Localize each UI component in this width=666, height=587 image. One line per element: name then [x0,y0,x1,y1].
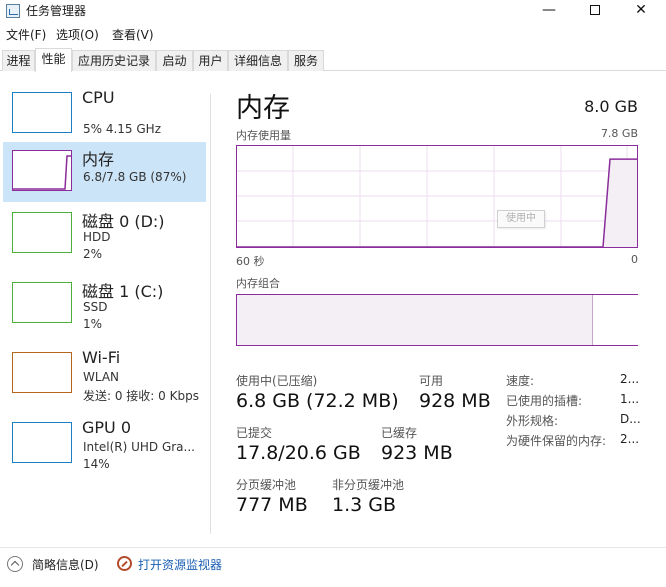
disk-0-thumbnail-graph [12,212,72,253]
composition-available [594,295,638,345]
memory-thumbnail-graph [12,150,72,191]
tab-app-history[interactable]: 应用历史记录 [72,50,156,71]
spec-reserved-value: 2... [620,432,640,446]
resource-detail: Intel(R) UHD Gra... [83,440,195,454]
resource-cpu[interactable]: CPU 5% 4.15 GHz [3,84,206,144]
spec-form-factor-label: 外形规格: [506,414,559,428]
spec-slots-label: 已使用的插槽: [506,394,583,408]
menu-bar: 文件(F) 选项(O) 查看(V) [0,24,666,44]
resource-detail: WLAN [83,370,120,384]
committed-value: 17.8/20.6 GB [236,442,361,464]
memory-total: 8.0 GB [584,97,638,116]
composition-label: 内存组合 [236,277,280,290]
tab-performance[interactable]: 性能 [35,48,72,72]
available-label: 可用 [419,374,444,388]
tab-services[interactable]: 服务 [288,50,324,71]
committed-label: 已提交 [236,426,273,440]
resource-detail: 6.8/7.8 GB (87%) [83,170,187,184]
resource-detail: 14% [83,457,110,471]
resource-name: GPU 0 [82,418,132,437]
resource-memory[interactable]: 内存 6.8/7.8 GB (87%) [3,142,206,202]
resource-name: 磁盘 0 (D:) [82,212,165,231]
resource-detail: 发送: 0 接收: 0 Kbps [83,389,199,403]
panel-divider [210,94,211,534]
usage-graph-max: 7.8 GB [600,127,638,140]
memory-thumbnail-line [13,155,71,190]
task-manager-icon [6,4,20,18]
tab-processes[interactable]: 进程 [2,50,35,71]
available-value: 928 MB [419,390,491,412]
resource-disk-1[interactable]: 磁盘 1 (C:) SSD 1% [3,274,206,334]
maximize-button[interactable] [572,0,618,22]
spec-slots-value: 1... [620,392,640,406]
resource-detail: SSD [83,300,108,314]
spec-speed-value: 2... [620,372,640,386]
spec-speed-label: 速度: [506,374,535,388]
minimize-button[interactable]: — [526,0,572,22]
resource-name: Wi-Fi [82,348,121,367]
time-axis-left: 60 秒 [236,255,265,268]
title-bar: 任务管理器 — ✕ [0,0,666,22]
resource-name: CPU [82,88,115,107]
cpu-thumbnail-graph [12,92,72,133]
resource-detail: 5% 4.15 GHz [83,122,162,136]
cached-value: 923 MB [381,442,453,464]
composition-in-use [237,295,593,345]
resource-gpu[interactable]: GPU 0 Intel(R) UHD Gra... 14% [3,414,206,474]
menu-file[interactable]: 文件(F) [6,26,46,43]
menu-options[interactable]: 选项(O) [56,26,99,43]
time-axis-right: 0 [631,253,638,266]
spec-reserved-label: 为硬件保留的内存: [506,434,607,448]
fewer-details-link[interactable]: 简略信息(D) [32,556,99,573]
nonpaged-pool-value: 1.3 GB [332,494,397,516]
tab-users[interactable]: 用户 [193,50,228,71]
resource-monitor-icon [117,556,132,571]
tab-strip: 进程 性能 应用历史记录 启动 用户 详细信息 服务 [0,48,666,72]
memory-usage-chart [237,146,637,247]
usage-graph-label: 内存使用量 [236,129,291,142]
nonpaged-pool-label: 非分页缓冲池 [332,478,405,492]
gpu-thumbnail-graph [12,422,72,463]
graph-tooltip: 使用中 [497,210,545,228]
resource-detail: 1% [83,317,103,331]
resource-disk-0[interactable]: 磁盘 0 (D:) HDD 2% [3,204,206,264]
resource-list: CPU 5% 4.15 GHz 内存 6.8/7.8 GB (87%) 磁盘 0… [0,72,210,534]
memory-composition-bar [236,294,638,346]
memory-usage-line [237,158,637,247]
memory-usage-area [603,159,637,247]
wifi-thumbnail-graph [12,352,72,393]
resource-wifi[interactable]: Wi-Fi WLAN 发送: 0 接收: 0 Kbps [3,344,206,404]
chevron-up-icon[interactable] [7,556,23,572]
paged-pool-value: 777 MB [236,494,308,516]
resource-name: 内存 [82,150,115,169]
resource-detail: 2% [83,247,103,261]
memory-usage-graph [236,145,638,248]
in-use-label: 使用中(已压缩) [236,374,318,388]
close-button[interactable]: ✕ [618,0,664,22]
maximize-icon [590,5,600,15]
tab-details[interactable]: 详细信息 [228,50,288,71]
open-resource-monitor-link[interactable]: 打开资源监视器 [138,556,222,573]
menu-view[interactable]: 查看(V) [112,26,154,43]
resource-name: 磁盘 1 (C:) [82,282,164,301]
in-use-value: 6.8 GB (72.2 MB) [236,390,399,412]
window-title: 任务管理器 [26,4,87,18]
spec-form-factor-value: D... [620,412,641,426]
tab-startup[interactable]: 启动 [156,50,193,71]
paged-pool-label: 分页缓冲池 [236,478,297,492]
footer-bar: 简略信息(D) 打开资源监视器 [0,547,666,577]
cached-label: 已缓存 [381,426,418,440]
resource-detail: HDD [83,230,111,244]
disk-1-thumbnail-graph [12,282,72,323]
detail-title: 内存 [236,93,290,124]
